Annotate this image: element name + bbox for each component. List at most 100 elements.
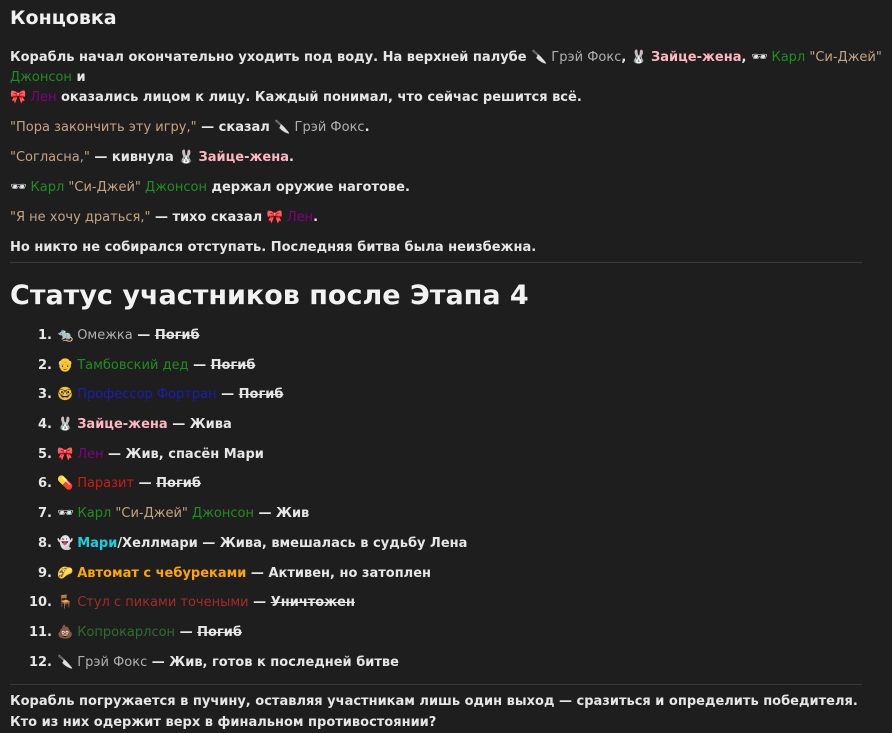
participant-status: Жив, готов к последней битве bbox=[169, 654, 399, 670]
list-number: 3. bbox=[38, 387, 52, 403]
participant-name: Стул с пиками точеными bbox=[77, 595, 249, 611]
said-text: — сказал bbox=[196, 120, 275, 135]
list-item: 8. 👻 Мари/Хеллмари — Жива, вмешалась в с… bbox=[10, 534, 882, 564]
taco-icon: 🌮 bbox=[57, 565, 74, 581]
said-text: — тихо сказал bbox=[150, 210, 267, 225]
karl-name-part1: Карл bbox=[771, 50, 810, 65]
list-number: 1. bbox=[38, 328, 52, 343]
list-number: 9. bbox=[38, 565, 52, 581]
dash: — bbox=[103, 446, 126, 462]
period: . bbox=[289, 150, 294, 165]
list-number: 2. bbox=[38, 357, 52, 373]
pill-icon: 💊 bbox=[57, 476, 74, 492]
dash: — bbox=[132, 328, 155, 343]
participant-name-part2: /Хеллмари bbox=[117, 535, 198, 551]
dash: — bbox=[147, 654, 170, 670]
list-item: 5. 🎀 Лен — Жив, спасён Мари bbox=[10, 445, 882, 475]
dash: — bbox=[216, 387, 239, 403]
list-item: 6. 💊 Паразит — Погиб bbox=[10, 474, 882, 504]
karl-name-part3: Джонсон bbox=[140, 180, 207, 195]
participant-name-part1: Карл bbox=[77, 506, 116, 522]
nerd-face-icon: 🤓 bbox=[57, 387, 74, 403]
list-item: 3. 🤓 Профессор Фортран — Погиб bbox=[10, 385, 882, 415]
rabbit-icon: 🐰 bbox=[178, 150, 195, 165]
ending-heading: Концовка bbox=[10, 7, 117, 29]
len-quote: "Я не хочу драться," bbox=[10, 210, 151, 225]
list-item: 9. 🌮 Автомат с чебуреками — Активен, но … bbox=[10, 564, 882, 594]
participant-status: Погиб bbox=[154, 328, 200, 343]
participant-name: Копрокарлсон bbox=[77, 624, 176, 640]
participant-status: Жива, вмешалась в судьбу Лена bbox=[219, 535, 468, 551]
list-item: 12. 🔪 Грэй Фокс — Жив, готов к последней… bbox=[10, 653, 882, 683]
list-item: 2. 👴 Тамбовский дед — Погиб bbox=[10, 356, 882, 386]
wife-quote: "Согласна," bbox=[10, 150, 90, 165]
list-number: 11. bbox=[28, 624, 52, 640]
karl-name-part1: Карл bbox=[30, 180, 69, 195]
and-word: и bbox=[71, 70, 86, 85]
participant-status: Жив bbox=[276, 506, 310, 522]
len-line: "Я не хочу драться," — тихо сказал 🎀 Лен. bbox=[10, 208, 882, 228]
bow-icon: 🎀 bbox=[57, 446, 74, 462]
karl-name-part3: Джонсон bbox=[10, 70, 72, 85]
list-number: 8. bbox=[38, 535, 52, 551]
participant-name: Тамбовский дед bbox=[77, 357, 189, 373]
dash: — bbox=[253, 506, 277, 522]
document: Концовка Корабль начал окончательно уход… bbox=[0, 0, 892, 733]
list-item: 1. 🐀 Омежка — Погиб bbox=[10, 326, 882, 356]
karl-name-part2: "Си-Джей" bbox=[68, 180, 141, 195]
wife-name: Зайце-жена bbox=[651, 50, 742, 65]
list-number: 12. bbox=[28, 654, 52, 670]
knife-icon: 🔪 bbox=[531, 50, 548, 65]
wife-line: "Согласна," — кивнула 🐰 Зайце-жена. bbox=[10, 148, 882, 168]
period: . bbox=[313, 210, 319, 225]
list-item: 10. 🪑 Стул с пиками точеными — Уничтожен bbox=[10, 593, 882, 623]
intro-paragraph: Корабль начал окончательно уходить под в… bbox=[10, 48, 882, 108]
glasses-icon: 🕶 bbox=[10, 180, 27, 195]
participant-name: Грэй Фокс bbox=[77, 654, 148, 670]
poop-icon: 💩 bbox=[57, 624, 74, 640]
list-number: 5. bbox=[38, 446, 52, 462]
period: . bbox=[364, 120, 370, 135]
final-paragraph: Корабль погружается в пучину, оставляя у… bbox=[10, 694, 858, 731]
karl-name-part2: "Си-Джей" bbox=[809, 50, 882, 65]
ghost-icon: 👻 bbox=[57, 535, 74, 551]
gray-fox-line: "Пора закончить эту игру," — сказал 🔪 Грэ… bbox=[10, 118, 882, 138]
knife-icon: 🔪 bbox=[274, 120, 291, 135]
dash: — bbox=[248, 595, 271, 611]
glasses-icon: 🕶 bbox=[750, 50, 768, 65]
gray-fox-name: Грэй Фокс bbox=[551, 50, 622, 65]
participant-name: Лен bbox=[77, 446, 104, 462]
glasses-icon: 🕶 bbox=[57, 506, 74, 522]
status-heading: Статус участников после Этапа 4 bbox=[10, 280, 529, 311]
said-text: — кивнула bbox=[89, 150, 179, 165]
wife-name: Зайце-жена bbox=[198, 150, 290, 165]
participant-status: Активен, но затоплен bbox=[268, 565, 432, 581]
participants-list: 1. 🐀 Омежка — Погиб 2. 👴 Тамбовский дед … bbox=[10, 326, 882, 682]
gray-fox-quote: "Пора закончить эту игру," bbox=[10, 120, 197, 135]
bow-icon: 🎀 bbox=[266, 210, 283, 225]
intro-text-1: Корабль начал окончательно уходить под в… bbox=[10, 50, 532, 65]
list-item: 4. 🐰 Зайце-жена — Жива bbox=[10, 415, 882, 445]
list-number: 6. bbox=[38, 476, 52, 492]
bow-icon: 🎀 bbox=[10, 90, 27, 105]
list-number: 7. bbox=[38, 506, 52, 522]
comma: , bbox=[741, 50, 751, 65]
len-name: Лен bbox=[30, 90, 57, 105]
participant-name-part1: Мари bbox=[77, 535, 118, 551]
participant-name-part2: "Си-Джей" bbox=[115, 506, 188, 522]
old-man-icon: 👴 bbox=[57, 357, 74, 373]
list-item: 7. 🕶 Карл "Си-Джей" Джонсон — Жив bbox=[10, 504, 882, 534]
participant-name: Зайце-жена bbox=[77, 417, 168, 433]
participant-status: Уничтожен bbox=[270, 595, 355, 611]
list-item: 11. 💩 Копрокарлсон — Погиб bbox=[10, 623, 882, 653]
list-number: 10. bbox=[28, 595, 52, 611]
participant-name: Автомат с чебуреками bbox=[77, 565, 247, 581]
dash: — bbox=[175, 624, 198, 640]
dash: — bbox=[134, 476, 157, 492]
participant-name: Паразит bbox=[77, 476, 135, 492]
karl-line: 🕶 Карл "Си-Джей" Джонсон держал оружие на… bbox=[10, 178, 882, 198]
participant-name: Омежка bbox=[77, 328, 133, 343]
dash: — bbox=[197, 535, 220, 551]
participant-status: Погиб bbox=[156, 476, 201, 492]
divider bbox=[10, 262, 862, 263]
